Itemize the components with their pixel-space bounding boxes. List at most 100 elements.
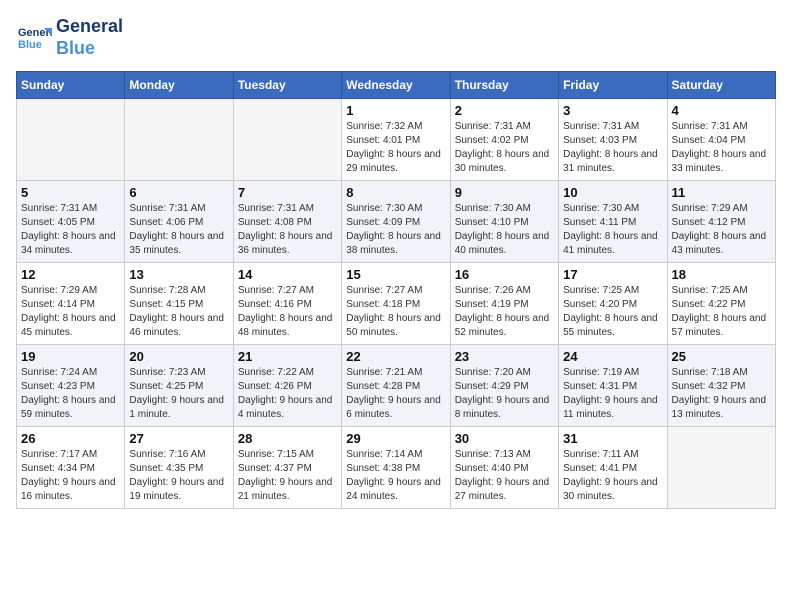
day-number: 22 <box>346 349 445 364</box>
weekday-sunday: Sunday <box>17 72 125 99</box>
day-number: 24 <box>563 349 662 364</box>
calendar-cell: 22 Sunrise: 7:21 AM Sunset: 4:28 PM Dayli… <box>342 345 450 427</box>
day-number: 28 <box>238 431 337 446</box>
day-info: Sunrise: 7:31 AM Sunset: 4:06 PM Dayligh… <box>129 202 228 258</box>
logo-name-line1: General <box>56 16 123 38</box>
calendar-week-5: 26 Sunrise: 7:17 AM Sunset: 4:34 PM Dayli… <box>17 427 776 509</box>
weekday-tuesday: Tuesday <box>233 72 341 99</box>
day-info: Sunrise: 7:29 AM Sunset: 4:14 PM Dayligh… <box>21 284 120 340</box>
day-number: 13 <box>129 267 228 282</box>
calendar-body: 1 Sunrise: 7:32 AM Sunset: 4:01 PM Daylig… <box>17 99 776 509</box>
calendar-cell <box>667 427 775 509</box>
calendar-cell: 27Sunrise: 7:16 AM Sunset: 4:35 PM Dayli… <box>125 427 233 509</box>
calendar-cell: 10Sunrise: 7:30 AM Sunset: 4:11 PM Dayli… <box>559 181 667 263</box>
calendar-cell: 23Sunrise: 7:20 AM Sunset: 4:29 PM Dayli… <box>450 345 558 427</box>
day-number: 17 <box>563 267 662 282</box>
weekday-wednesday: Wednesday <box>342 72 450 99</box>
day-info: Sunrise: 7:29 AM Sunset: 4:12 PM Dayligh… <box>672 202 771 258</box>
calendar-cell: 2 Sunrise: 7:31 AM Sunset: 4:02 PM Daylig… <box>450 99 558 181</box>
day-info: Sunrise: 7:30 AM Sunset: 4:10 PM Dayligh… <box>455 202 554 258</box>
calendar-week-3: 12Sunrise: 7:29 AM Sunset: 4:14 PM Dayli… <box>17 263 776 345</box>
day-info: Sunrise: 7:24 AM Sunset: 4:23 PM Dayligh… <box>21 366 120 422</box>
day-info: Sunrise: 7:18 AM Sunset: 4:32 PM Dayligh… <box>672 366 771 422</box>
day-number: 2 <box>455 103 554 118</box>
weekday-header-row: SundayMondayTuesdayWednesdayThursdayFrid… <box>17 72 776 99</box>
day-number: 9 <box>455 185 554 200</box>
weekday-monday: Monday <box>125 72 233 99</box>
day-number: 27 <box>129 431 228 446</box>
day-info: Sunrise: 7:17 AM Sunset: 4:34 PM Dayligh… <box>21 448 120 504</box>
calendar-cell: 6 Sunrise: 7:31 AM Sunset: 4:06 PM Daylig… <box>125 181 233 263</box>
day-number: 7 <box>238 185 337 200</box>
day-number: 19 <box>21 349 120 364</box>
day-info: Sunrise: 7:15 AM Sunset: 4:37 PM Dayligh… <box>238 448 337 504</box>
calendar-cell: 31 Sunrise: 7:11 AM Sunset: 4:41 PM Dayli… <box>559 427 667 509</box>
day-info: Sunrise: 7:11 AM Sunset: 4:41 PM Dayligh… <box>563 448 662 504</box>
calendar-cell: 15Sunrise: 7:27 AM Sunset: 4:18 PM Dayli… <box>342 263 450 345</box>
day-info: Sunrise: 7:31 AM Sunset: 4:08 PM Dayligh… <box>238 202 337 258</box>
day-info: Sunrise: 7:25 AM Sunset: 4:20 PM Dayligh… <box>563 284 662 340</box>
day-info: Sunrise: 7:14 AM Sunset: 4:38 PM Dayligh… <box>346 448 445 504</box>
day-number: 14 <box>238 267 337 282</box>
logo-icon: General Blue <box>16 20 52 56</box>
calendar-week-4: 19 Sunrise: 7:24 AM Sunset: 4:23 PM Dayli… <box>17 345 776 427</box>
page-header: General Blue General Blue <box>16 16 776 59</box>
day-info: Sunrise: 7:27 AM Sunset: 4:16 PM Dayligh… <box>238 284 337 340</box>
day-info: Sunrise: 7:31 AM Sunset: 4:02 PM Dayligh… <box>455 120 554 176</box>
svg-text:Blue: Blue <box>18 39 42 51</box>
day-info: Sunrise: 7:21 AM Sunset: 4:28 PM Dayligh… <box>346 366 445 422</box>
day-info: Sunrise: 7:30 AM Sunset: 4:09 PM Dayligh… <box>346 202 445 258</box>
weekday-saturday: Saturday <box>667 72 775 99</box>
calendar-cell: 4 Sunrise: 7:31 AM Sunset: 4:04 PM Daylig… <box>667 99 775 181</box>
day-info: Sunrise: 7:31 AM Sunset: 4:04 PM Dayligh… <box>672 120 771 176</box>
day-number: 29 <box>346 431 445 446</box>
day-number: 6 <box>129 185 228 200</box>
day-number: 20 <box>129 349 228 364</box>
day-number: 5 <box>21 185 120 200</box>
calendar-cell: 5 Sunrise: 7:31 AM Sunset: 4:05 PM Daylig… <box>17 181 125 263</box>
calendar-week-1: 1 Sunrise: 7:32 AM Sunset: 4:01 PM Daylig… <box>17 99 776 181</box>
day-number: 26 <box>21 431 120 446</box>
calendar-cell: 29 Sunrise: 7:14 AM Sunset: 4:38 PM Dayli… <box>342 427 450 509</box>
day-info: Sunrise: 7:27 AM Sunset: 4:18 PM Dayligh… <box>346 284 445 340</box>
logo-name-line2: Blue <box>56 38 123 60</box>
day-info: Sunrise: 7:26 AM Sunset: 4:19 PM Dayligh… <box>455 284 554 340</box>
calendar-cell: 19 Sunrise: 7:24 AM Sunset: 4:23 PM Dayli… <box>17 345 125 427</box>
day-info: Sunrise: 7:31 AM Sunset: 4:03 PM Dayligh… <box>563 120 662 176</box>
day-info: Sunrise: 7:31 AM Sunset: 4:05 PM Dayligh… <box>21 202 120 258</box>
day-number: 1 <box>346 103 445 118</box>
day-number: 31 <box>563 431 662 446</box>
day-number: 10 <box>563 185 662 200</box>
day-info: Sunrise: 7:22 AM Sunset: 4:26 PM Dayligh… <box>238 366 337 422</box>
calendar-cell <box>17 99 125 181</box>
calendar-cell: 20 Sunrise: 7:23 AM Sunset: 4:25 PM Dayli… <box>125 345 233 427</box>
day-number: 11 <box>672 185 771 200</box>
calendar-cell: 28 Sunrise: 7:15 AM Sunset: 4:37 PM Dayli… <box>233 427 341 509</box>
calendar-cell: 25Sunrise: 7:18 AM Sunset: 4:32 PM Dayli… <box>667 345 775 427</box>
calendar-cell: 1 Sunrise: 7:32 AM Sunset: 4:01 PM Daylig… <box>342 99 450 181</box>
weekday-friday: Friday <box>559 72 667 99</box>
day-info: Sunrise: 7:19 AM Sunset: 4:31 PM Dayligh… <box>563 366 662 422</box>
calendar-table: SundayMondayTuesdayWednesdayThursdayFrid… <box>16 71 776 509</box>
day-number: 23 <box>455 349 554 364</box>
day-number: 8 <box>346 185 445 200</box>
calendar-week-2: 5 Sunrise: 7:31 AM Sunset: 4:05 PM Daylig… <box>17 181 776 263</box>
calendar-cell: 3 Sunrise: 7:31 AM Sunset: 4:03 PM Daylig… <box>559 99 667 181</box>
day-number: 21 <box>238 349 337 364</box>
day-info: Sunrise: 7:28 AM Sunset: 4:15 PM Dayligh… <box>129 284 228 340</box>
calendar-cell: 11 Sunrise: 7:29 AM Sunset: 4:12 PM Dayli… <box>667 181 775 263</box>
day-info: Sunrise: 7:32 AM Sunset: 4:01 PM Dayligh… <box>346 120 445 176</box>
day-info: Sunrise: 7:13 AM Sunset: 4:40 PM Dayligh… <box>455 448 554 504</box>
calendar-cell: 14 Sunrise: 7:27 AM Sunset: 4:16 PM Dayli… <box>233 263 341 345</box>
calendar-cell: 24 Sunrise: 7:19 AM Sunset: 4:31 PM Dayli… <box>559 345 667 427</box>
calendar-cell <box>233 99 341 181</box>
day-info: Sunrise: 7:23 AM Sunset: 4:25 PM Dayligh… <box>129 366 228 422</box>
calendar-cell: 13 Sunrise: 7:28 AM Sunset: 4:15 PM Dayli… <box>125 263 233 345</box>
day-number: 3 <box>563 103 662 118</box>
day-info: Sunrise: 7:25 AM Sunset: 4:22 PM Dayligh… <box>672 284 771 340</box>
weekday-thursday: Thursday <box>450 72 558 99</box>
day-number: 4 <box>672 103 771 118</box>
calendar-cell: 9 Sunrise: 7:30 AM Sunset: 4:10 PM Daylig… <box>450 181 558 263</box>
day-number: 16 <box>455 267 554 282</box>
day-number: 18 <box>672 267 771 282</box>
